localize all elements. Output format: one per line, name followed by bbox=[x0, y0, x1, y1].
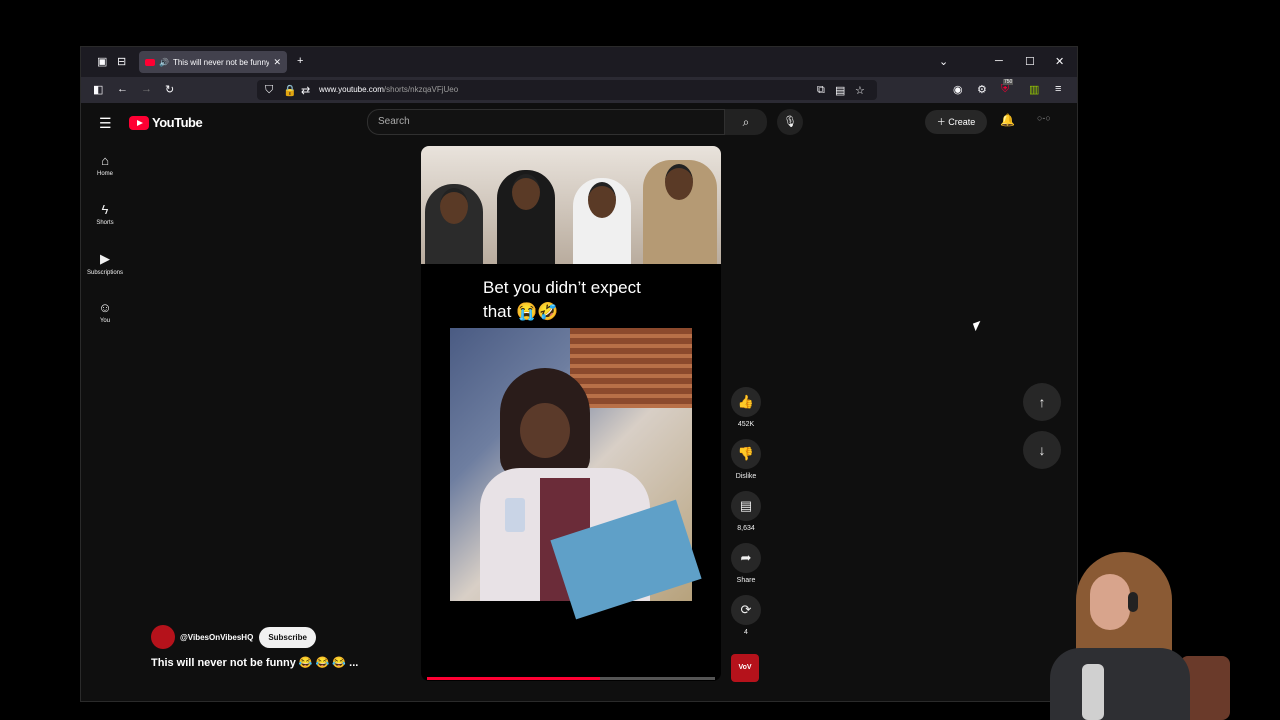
sidebar-item-shorts[interactable]: ϟ Shorts bbox=[81, 196, 129, 245]
like-button[interactable]: 👍 452K bbox=[729, 387, 763, 439]
comments-button[interactable]: ▤ 8,634 bbox=[729, 491, 763, 543]
youtube-page: ☰ YouTube Search ⌕ 🎙 ＋ Create 🔔 ○-○ ⌂ Ho… bbox=[81, 103, 1077, 701]
create-button[interactable]: ＋ Create bbox=[925, 110, 987, 134]
browser-window: ▣ ⊟ 🔊 This will never not be funny ✕ + ⌄… bbox=[80, 46, 1078, 702]
search-placeholder: Search bbox=[378, 116, 410, 127]
close-tab-icon[interactable]: ✕ bbox=[273, 57, 281, 68]
youtube-logo[interactable]: YouTube bbox=[129, 115, 203, 130]
avatar-loading-icon[interactable]: ○-○ bbox=[1037, 113, 1051, 123]
video-progress-bar[interactable] bbox=[427, 677, 715, 680]
lock-icon[interactable]: 🔒 bbox=[283, 84, 297, 97]
equalizer-icon[interactable]: ▥ bbox=[1029, 83, 1039, 96]
video-caption: Bet you didn’t expect that 😭🤣 bbox=[483, 276, 641, 324]
permissions-icon[interactable]: ⇄ bbox=[301, 84, 310, 97]
mic-icon: 🎙 bbox=[783, 116, 797, 128]
sidebar-toggle-icon[interactable]: ◧ bbox=[93, 83, 103, 96]
list-all-tabs-icon[interactable]: ⌄ bbox=[939, 55, 948, 68]
shorts-icon: ϟ bbox=[101, 202, 109, 217]
dislike-button[interactable]: 👎 Dislike bbox=[729, 439, 763, 491]
pip-icon[interactable]: ⧉ bbox=[817, 84, 825, 97]
progress-fill bbox=[427, 677, 600, 680]
remix-count: 4 bbox=[744, 629, 748, 636]
account-icon[interactable]: ◉ bbox=[953, 83, 963, 96]
firefox-view-icon[interactable]: ▣ bbox=[97, 55, 107, 68]
action-bar: 👍 452K 👎 Dislike ▤ 8,634 ➦ Share ⟳ 4 bbox=[729, 387, 763, 647]
like-count: 452K bbox=[737, 421, 755, 428]
search-button[interactable]: ⌕ bbox=[725, 109, 767, 135]
url-path: /shorts/nkzqaVFjUeo bbox=[383, 85, 459, 94]
create-label: Create bbox=[948, 117, 976, 127]
arrow-down-icon: ↓ bbox=[1038, 442, 1046, 458]
caption-line-2: that 😭🤣 bbox=[483, 302, 559, 321]
share-icon: ➦ bbox=[731, 543, 761, 573]
sidebar: ⌂ Home ϟ Shorts ▶ Subscriptions ☺ You bbox=[81, 147, 129, 343]
extensions-icon[interactable]: ⚙ bbox=[977, 83, 987, 96]
channel-avatar[interactable] bbox=[151, 625, 175, 649]
youtube-favicon-icon bbox=[145, 58, 155, 66]
reader-view-icon[interactable]: ▤ bbox=[835, 84, 845, 97]
url-host: www.youtube.com bbox=[319, 85, 384, 94]
tab-title: This will never not be funny bbox=[172, 57, 269, 67]
sidebar-item-you[interactable]: ☺ You bbox=[81, 294, 129, 343]
search-input[interactable]: Search bbox=[367, 109, 725, 135]
sidebar-item-home[interactable]: ⌂ Home bbox=[81, 147, 129, 196]
previous-short-button[interactable]: ↑ bbox=[1023, 383, 1061, 421]
extension-badge: 750 bbox=[1003, 79, 1014, 85]
share-label: Share bbox=[736, 577, 756, 584]
share-button[interactable]: ➦ Share bbox=[729, 543, 763, 595]
logo-text: YouTube bbox=[152, 115, 203, 130]
remix-icon: ⟳ bbox=[731, 595, 761, 625]
short-video-player[interactable]: Bet you didn’t expect that 😭🤣 bbox=[421, 146, 721, 681]
close-window-icon[interactable]: ✕ bbox=[1055, 55, 1064, 68]
sidebar-item-label: Home bbox=[96, 171, 113, 177]
sidebar-item-subscriptions[interactable]: ▶ Subscriptions bbox=[81, 245, 129, 294]
guide-menu-icon[interactable]: ☰ bbox=[99, 115, 112, 132]
back-icon[interactable]: ← bbox=[117, 83, 128, 95]
notifications-bell-icon[interactable]: 🔔 bbox=[1000, 113, 1015, 127]
you-icon: ☺ bbox=[98, 300, 112, 315]
video-title[interactable]: This will never not be funny 😂 😂 😂 ... bbox=[151, 656, 358, 669]
caption-line-1: Bet you didn’t expect bbox=[483, 278, 641, 297]
dislike-label: Dislike bbox=[735, 473, 757, 480]
video-clip bbox=[450, 328, 702, 620]
maximize-icon[interactable]: ☐ bbox=[1025, 55, 1035, 68]
sound-channel-thumbnail[interactable]: VoV bbox=[731, 654, 759, 682]
shield-icon[interactable]: ⛉ bbox=[265, 84, 273, 97]
browser-tab[interactable]: 🔊 This will never not be funny ✕ bbox=[139, 51, 287, 73]
tab-bar: ▣ ⊟ 🔊 This will never not be funny ✕ + ⌄… bbox=[81, 47, 1077, 77]
new-tab-icon[interactable]: + bbox=[297, 55, 303, 67]
subscribe-button[interactable]: Subscribe bbox=[259, 626, 316, 648]
url-bar[interactable]: ⛉ 🔒 ⇄ www.youtube.com/shorts/nkzqaVFjUeo… bbox=[257, 80, 877, 100]
home-icon: ⌂ bbox=[101, 153, 109, 168]
reload-icon[interactable]: ↻ bbox=[165, 83, 174, 96]
comment-icon: ▤ bbox=[731, 491, 761, 521]
youtube-play-icon bbox=[129, 115, 149, 130]
next-short-button[interactable]: ↓ bbox=[1023, 431, 1061, 469]
thumbs-up-icon: 👍 bbox=[731, 387, 761, 417]
sidebar-item-label: You bbox=[99, 318, 111, 324]
search-icon: ⌕ bbox=[742, 115, 750, 129]
webcam-overlay bbox=[1030, 548, 1230, 720]
reaction-photo bbox=[421, 146, 721, 264]
channel-info: @VibesOnVibesHQ Subscribe bbox=[151, 625, 316, 649]
speaker-icon[interactable]: 🔊 bbox=[159, 58, 169, 67]
tab-list-icon[interactable]: ⊟ bbox=[117, 55, 126, 68]
sidebar-item-label: Subscriptions bbox=[86, 270, 124, 276]
thumbs-down-icon: 👎 bbox=[731, 439, 761, 469]
channel-handle[interactable]: @VibesOnVibesHQ bbox=[180, 633, 253, 642]
sidebar-item-label: Shorts bbox=[96, 220, 114, 226]
nav-toolbar: ◧ ← → ↻ ⛉ 🔒 ⇄ www.youtube.com/shorts/nkz… bbox=[81, 77, 1077, 103]
comment-count: 8,634 bbox=[737, 525, 755, 532]
bookmark-star-icon[interactable]: ☆ bbox=[855, 84, 865, 97]
arrow-up-icon: ↑ bbox=[1038, 394, 1046, 410]
menu-icon[interactable]: ≡ bbox=[1055, 83, 1061, 95]
remix-button[interactable]: ⟳ 4 bbox=[729, 595, 763, 647]
minimize-icon[interactable]: ─ bbox=[995, 55, 1003, 67]
forward-icon[interactable]: → bbox=[141, 83, 152, 95]
subscriptions-icon: ▶ bbox=[100, 251, 110, 266]
voice-search-button[interactable]: 🎙 bbox=[777, 109, 803, 135]
